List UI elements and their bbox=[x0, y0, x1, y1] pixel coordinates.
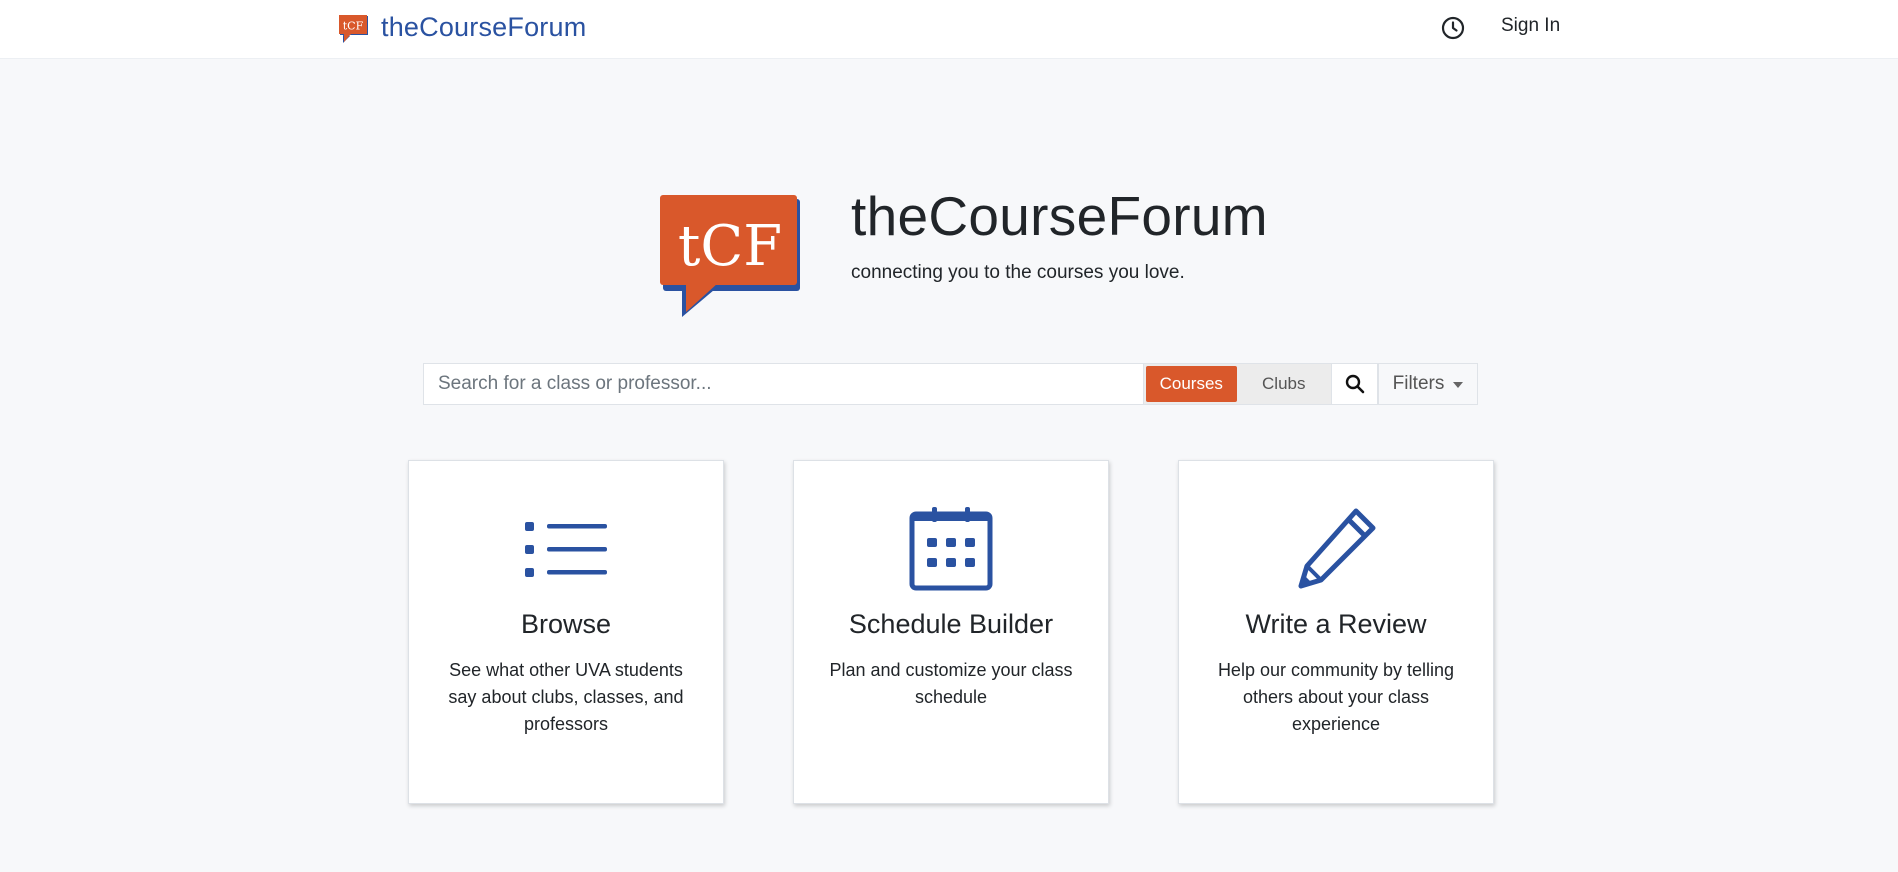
card-title: Browse bbox=[520, 609, 612, 639]
search-button[interactable] bbox=[1332, 363, 1378, 405]
filters-dropdown[interactable]: Filters bbox=[1378, 363, 1478, 405]
history-button[interactable] bbox=[1440, 15, 1466, 41]
caret-down-icon bbox=[1453, 382, 1464, 388]
brand-link[interactable]: tCF theCourseForum bbox=[339, 12, 586, 43]
page-title: theCourseForum bbox=[851, 185, 1268, 247]
card-description: Help our community by telling others abo… bbox=[1217, 660, 1455, 734]
pencil-icon bbox=[1298, 508, 1376, 589]
hero-logo-text: tCF bbox=[678, 214, 782, 279]
clock-icon bbox=[1441, 16, 1465, 40]
filters-label: Filters bbox=[1392, 373, 1445, 394]
clubs-toggle-button[interactable]: Clubs bbox=[1237, 366, 1331, 402]
page-tagline: connecting you to the courses you love. bbox=[851, 262, 1185, 283]
brand-logo-text: tCF bbox=[343, 19, 364, 32]
schedule-builder-card[interactable]: Schedule Builder Plan and customize your… bbox=[793, 460, 1109, 804]
search-input[interactable] bbox=[423, 363, 1143, 405]
sign-in-link[interactable]: Sign In bbox=[1501, 15, 1560, 37]
search-bar: Courses Clubs Filters bbox=[423, 363, 1478, 405]
card-description: See what other UVA students say about cl… bbox=[448, 660, 684, 734]
top-navbar: tCF theCourseForum Sign In bbox=[0, 0, 1898, 59]
brand-logo-icon: tCF bbox=[339, 14, 368, 43]
search-mode-toggle: Courses Clubs bbox=[1143, 363, 1332, 405]
search-icon bbox=[1345, 374, 1364, 394]
hero-logo-icon: tCF bbox=[660, 195, 800, 317]
write-review-card[interactable]: Write a Review Help our community by tel… bbox=[1178, 460, 1494, 804]
calendar-icon bbox=[909, 507, 993, 591]
list-icon bbox=[525, 522, 607, 577]
brand-name: theCourseForum bbox=[381, 12, 587, 42]
card-title: Schedule Builder bbox=[848, 609, 1054, 639]
card-title: Write a Review bbox=[1245, 609, 1427, 639]
browse-card[interactable]: Browse See what other UVA students say a… bbox=[408, 460, 724, 804]
card-description: Plan and customize your class schedule bbox=[829, 660, 1073, 707]
courses-toggle-button[interactable]: Courses bbox=[1146, 366, 1237, 402]
